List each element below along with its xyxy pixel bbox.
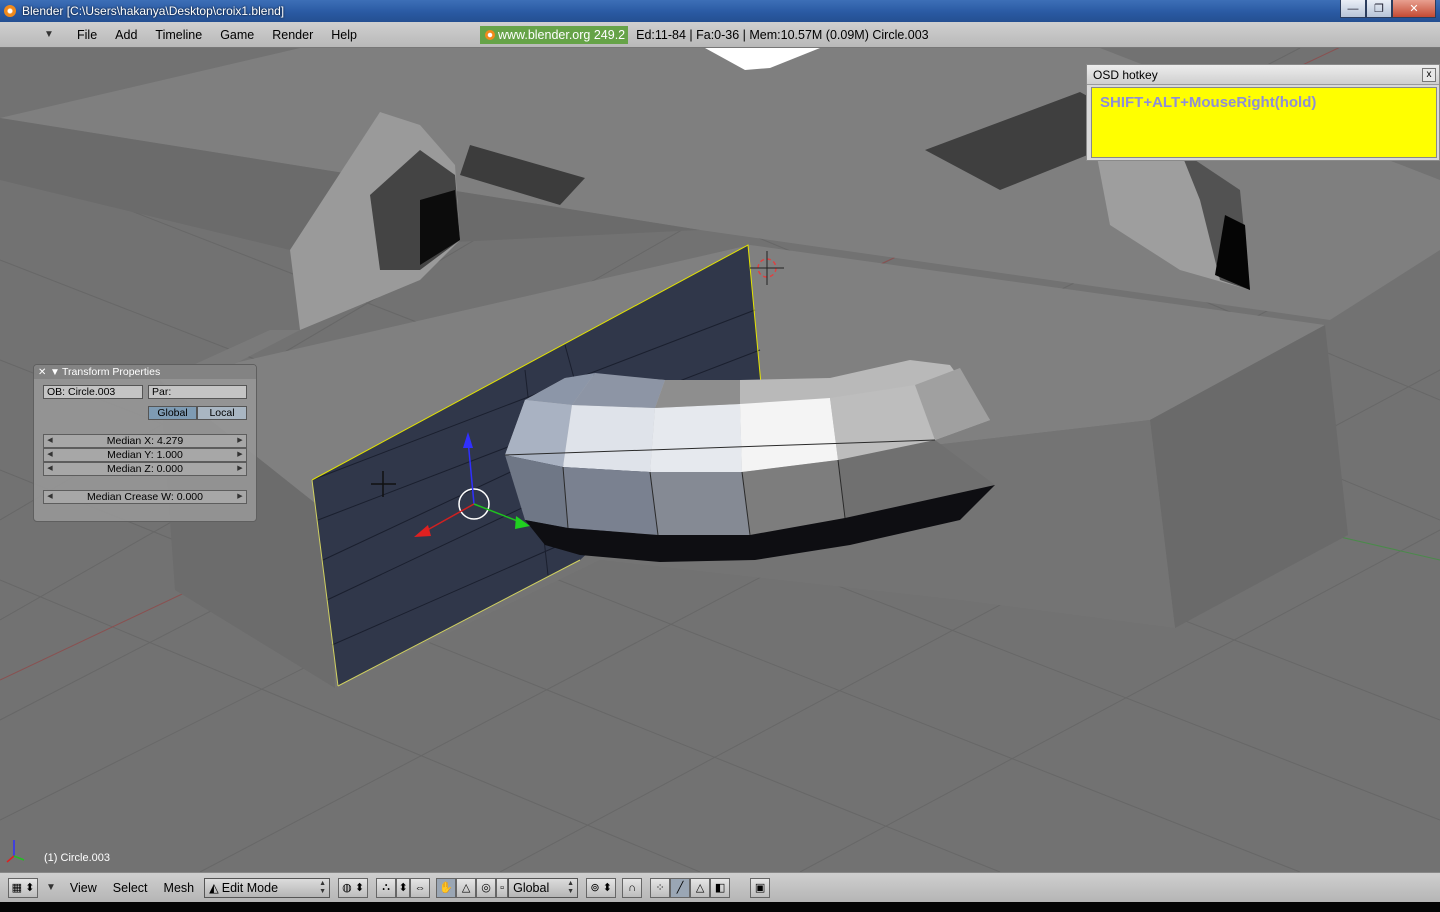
median-crease-field[interactable]: ◀ Median Crease W: 0.000 ▶ [43,490,247,504]
vertex-select-icon[interactable]: ⁘ [650,877,671,898]
increment-arrow-icon[interactable]: ▶ [236,491,244,503]
panel-collapse-icon[interactable]: ▼ [50,367,62,378]
site-label: www.blender.org 249.2 [497,27,626,42]
blender-logo-icon [4,5,16,17]
blender-logo-icon [484,29,495,40]
mode-select[interactable]: ◭ Edit Mode ▲ ▼ [204,877,331,898]
increment-arrow-icon[interactable]: ▶ [236,435,244,447]
updown-arrows-icon: ▲ ▼ [319,879,327,895]
menu-view[interactable]: View [62,881,105,895]
window-title: Blender [C:\Users\hakanya\Desktop\croix1… [22,4,285,18]
orientation-select[interactable]: Global ▲ ▼ [508,877,579,898]
osd-hotkey-text: SHIFT+ALT+MouseRight(hold) [1100,94,1317,111]
close-button[interactable]: ✕ [1392,0,1436,18]
active-object-label: (1) Circle.003 [44,852,111,864]
menu-help[interactable]: Help [322,28,366,42]
widget-toggle-icon[interactable]: ⇔ [410,877,431,898]
window-controls: — ❐ ✕ [1340,0,1436,18]
osd-hotkey-panel: OSD hotkey x SHIFT+ALT+MouseRight(hold) [1086,64,1440,161]
info-header: ▼ File Add Timeline Game Render Help www… [0,22,1440,48]
menu-collapse-icon[interactable]: ▼ [46,882,56,893]
osd-title: OSD hotkey [1087,65,1439,85]
scene-stats: Ed:11-84 | Fa:0-36 | Mem:10.57M (0.09M) … [636,27,929,42]
panel-close-icon[interactable]: ✕ [38,367,50,378]
median-x-field[interactable]: ◀ Median X: 4.279 ▶ [43,434,247,448]
osd-display: SHIFT+ALT+MouseRight(hold) [1091,87,1437,158]
mode-label: Edit Mode [221,880,279,895]
median-x-label: Median X: 4.279 [106,435,184,447]
window-titlebar: Blender [C:\Users\hakanya\Desktop\croix1… [0,0,1440,22]
menu-add[interactable]: Add [106,28,146,42]
minimize-button[interactable]: — [1340,0,1366,18]
decrement-arrow-icon[interactable]: ◀ [46,463,54,475]
decrement-arrow-icon[interactable]: ◀ [46,491,54,503]
editor-type-grid-icon[interactable]: ▦ ⬍ [8,877,38,898]
menu-game[interactable]: Game [211,28,263,42]
local-toggle[interactable]: Local [197,406,247,420]
median-y-label: Median Y: 1.000 [107,449,183,461]
rotate-icon[interactable]: ◎ [476,877,497,898]
menu-file[interactable]: File [68,28,106,42]
render-preview-icon[interactable]: ▣ [750,877,771,898]
pivot-icon[interactable]: ⛬ [376,877,397,898]
updown-arrows-icon: ▲ ▼ [567,879,575,895]
menu-collapse-icon[interactable]: ▼ [44,29,58,40]
proportional-edit-icon[interactable]: ⊚ ⬍ [586,877,617,898]
osd-close-button[interactable]: x [1422,68,1436,82]
transform-properties-panel: ✕ ▼ Transform Properties OB: Circle.003 … [33,364,257,522]
median-z-label: Median Z: 0.000 [107,463,183,475]
menu-mesh[interactable]: Mesh [156,881,203,895]
object-name-field[interactable]: OB: Circle.003 [43,385,143,399]
median-z-field[interactable]: ◀ Median Z: 0.000 ▶ [43,462,247,476]
face-select-icon[interactable]: △ [690,877,711,898]
blender-site-link[interactable]: www.blender.org 249.2 [479,25,629,44]
edit-mode-icon: ◭ [209,881,219,895]
translate-icon[interactable]: △ [456,877,477,898]
window-bottom-border [0,902,1440,912]
menu-select[interactable]: Select [105,881,156,895]
menu-render[interactable]: Render [263,28,322,42]
decrement-arrow-icon[interactable]: ◀ [46,449,54,461]
view3d-header: ▦ ⬍ ▼ View Select Mesh ◭ Edit Mode ▲ ▼ ◍ … [0,872,1440,902]
snap-magnet-icon[interactable]: ∩ [622,877,643,898]
maximize-button[interactable]: ❐ [1366,0,1392,18]
manipulator-hand-icon[interactable]: ✋ [436,877,457,898]
menu-timeline[interactable]: Timeline [146,28,211,42]
3d-viewport[interactable]: OSD hotkey x SHIFT+ALT+MouseRight(hold) … [0,48,1440,872]
transform-panel-header: ✕ ▼ Transform Properties [34,365,256,379]
scale-icon[interactable]: ▫ [496,877,509,898]
draw-type-icon[interactable]: ◍ ⬍ [338,877,369,898]
decrement-arrow-icon[interactable]: ◀ [46,435,54,447]
edge-select-icon[interactable]: ╱ [670,877,691,898]
increment-arrow-icon[interactable]: ▶ [236,449,244,461]
transform-panel-title: Transform Properties [62,366,161,378]
median-y-field[interactable]: ◀ Median Y: 1.000 ▶ [43,448,247,462]
parent-field[interactable]: Par: [148,385,247,399]
occlude-geometry-icon[interactable]: ◧ [710,877,731,898]
global-toggle[interactable]: Global [148,406,197,420]
median-crease-label: Median Crease W: 0.000 [87,491,203,503]
orientation-label: Global [513,880,550,895]
pivot-arrows-icon[interactable]: ⬍ [396,877,411,898]
increment-arrow-icon[interactable]: ▶ [236,463,244,475]
